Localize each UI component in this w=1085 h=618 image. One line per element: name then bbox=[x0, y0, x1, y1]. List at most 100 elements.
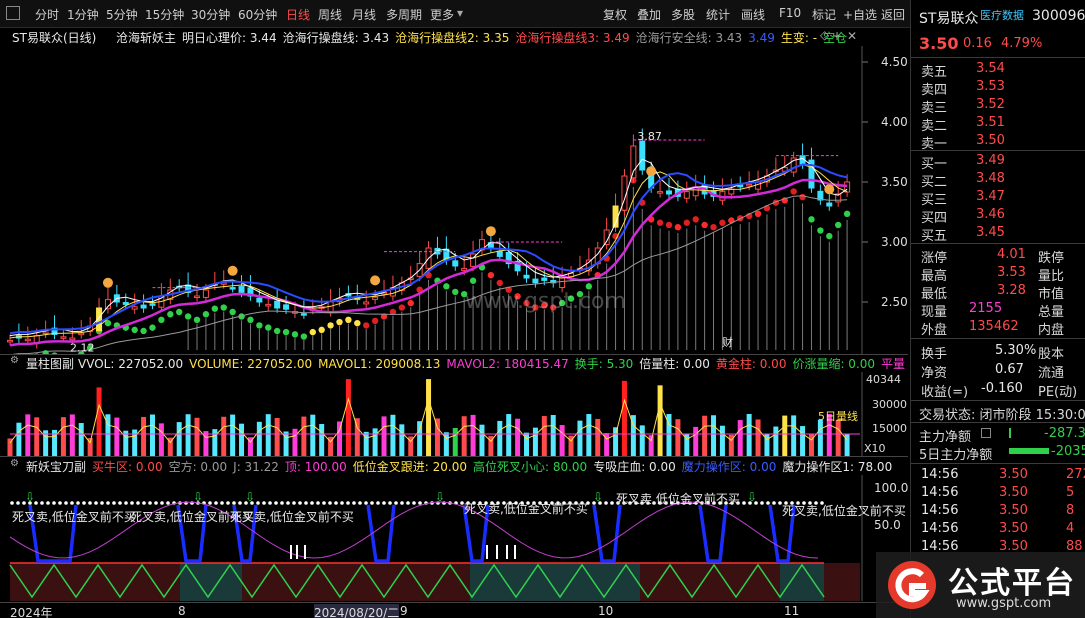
gear-icon[interactable]: ⚙ bbox=[10, 355, 19, 366]
indicator-value: 沧海行操盘线: 3.43 bbox=[282, 31, 390, 45]
period-tab-multi[interactable]: 多周期 bbox=[386, 6, 422, 23]
top-dot bbox=[328, 501, 332, 505]
volume-bar bbox=[381, 416, 387, 456]
tick-volume: 5 bbox=[1066, 485, 1075, 500]
top-dot bbox=[76, 501, 80, 505]
candle-body bbox=[194, 295, 201, 298]
bid-label: 买五 bbox=[921, 229, 948, 244]
signal-dot bbox=[176, 308, 183, 316]
signal-dot bbox=[371, 317, 379, 325]
sector-tag[interactable]: 医疗数据 bbox=[980, 7, 1024, 23]
signal-dot bbox=[443, 283, 450, 290]
candlestick-chart[interactable]: 4.50 4.00 3.50 3.00 2.50 3.87 2.12 财 www.gspt.co… bbox=[0, 46, 908, 354]
tick-volume: 272 bbox=[1066, 467, 1085, 482]
back-button[interactable]: 返回 bbox=[881, 6, 905, 23]
tick-volume: 8 bbox=[1066, 503, 1075, 518]
ask-price: 3.50 bbox=[976, 133, 1005, 148]
gear-icon[interactable]: ⚙ bbox=[10, 458, 19, 469]
five-day-label: 5日量线 bbox=[818, 409, 858, 423]
volume-bar bbox=[16, 422, 22, 456]
diamond-icon[interactable]: ◇ bbox=[820, 28, 829, 42]
top-dot bbox=[418, 501, 422, 505]
period-tab-60min[interactable]: 60分钟 bbox=[238, 6, 277, 23]
volume-chart[interactable]: 40344 30000 15000 X10 5日量线 bbox=[0, 372, 908, 456]
volume-bar bbox=[292, 428, 298, 456]
period-tab-30min[interactable]: 30分钟 bbox=[191, 6, 230, 23]
y-axis-tick: 3.50 bbox=[881, 175, 908, 189]
candle-body bbox=[256, 297, 263, 303]
period-tab-5min[interactable]: 5分钟 bbox=[106, 6, 138, 23]
period-tab-monthly[interactable]: 月线 bbox=[352, 6, 376, 23]
down-arrow-icon: ⇩ bbox=[593, 490, 603, 504]
f10-button[interactable]: F10 bbox=[779, 6, 801, 20]
signal-dot bbox=[220, 304, 227, 311]
overlay-button[interactable]: 叠加 bbox=[637, 6, 661, 23]
volume-bar bbox=[426, 379, 432, 456]
stat-label: PE(动) bbox=[1038, 385, 1078, 400]
top-dot bbox=[370, 501, 374, 505]
top-dot bbox=[334, 501, 338, 505]
top-dot bbox=[304, 501, 308, 505]
candle-body bbox=[265, 303, 272, 307]
candle-body bbox=[69, 337, 76, 341]
period-tab-more[interactable]: 更多 bbox=[430, 6, 454, 23]
indicator-value: 买牛区: 0.00 bbox=[92, 460, 163, 474]
bid-price: 3.49 bbox=[976, 153, 1005, 168]
add-watchlist-button[interactable]: +自选 bbox=[843, 6, 877, 23]
signal-dot bbox=[167, 311, 174, 318]
stats-button[interactable]: 统计 bbox=[706, 6, 730, 23]
volume-bar bbox=[96, 387, 102, 456]
chevron-down-icon[interactable]: ▾ bbox=[457, 6, 463, 20]
high-price-label: 3.87 bbox=[637, 130, 662, 143]
candle-body bbox=[363, 301, 370, 305]
multi-stock-button[interactable]: 多股 bbox=[671, 6, 695, 23]
knife-chart[interactable]: ⇩ ⇩ ⇩ ⇩ ⇩ ⇩死叉卖,低位金叉前不买死叉卖,低位金叉前不买死叉卖,低位金叉前不买死… bbox=[0, 475, 908, 603]
stock-name: ST易联众 bbox=[919, 11, 979, 27]
stat-value: 0.67 bbox=[995, 362, 1024, 377]
bid-price: 3.47 bbox=[976, 189, 1005, 204]
period-tab-weekly[interactable]: 周线 bbox=[318, 6, 342, 23]
volume-bar bbox=[301, 416, 307, 456]
y-axis-tick: 4.00 bbox=[881, 115, 908, 129]
volume-title[interactable]: 量柱图副 bbox=[26, 355, 74, 372]
ask-label: 卖三 bbox=[921, 101, 948, 116]
tick-time: 14:56 bbox=[921, 467, 959, 482]
volume-bar bbox=[773, 426, 779, 456]
mark-button[interactable]: 标记 bbox=[812, 6, 836, 23]
signal-dot bbox=[843, 210, 851, 217]
period-tab-intraday[interactable]: 分时 bbox=[35, 6, 59, 23]
period-tab-15min[interactable]: 15分钟 bbox=[145, 6, 184, 23]
logo-url: www.gspt.com bbox=[956, 596, 1052, 611]
fuquan-button[interactable]: 复权 bbox=[603, 6, 627, 23]
top-dot bbox=[358, 501, 362, 505]
signal-bar bbox=[514, 545, 516, 559]
plus-icon[interactable]: + bbox=[832, 29, 842, 43]
signal-dot bbox=[692, 216, 699, 223]
indicator-name[interactable]: 沧海斩妖主 bbox=[116, 29, 176, 46]
volume-bar bbox=[791, 415, 797, 456]
period-tab-1min[interactable]: 1分钟 bbox=[67, 6, 99, 23]
volume-bar bbox=[176, 422, 182, 456]
bid-label: 买二 bbox=[921, 175, 948, 190]
document-icon[interactable] bbox=[981, 428, 991, 438]
flow5-label: 5日主力净额 bbox=[919, 448, 993, 463]
volume-bar bbox=[639, 425, 645, 456]
top-dot bbox=[136, 501, 140, 505]
signal-dot bbox=[291, 331, 299, 338]
signal-dot bbox=[469, 277, 477, 284]
stat-value: 5.30% bbox=[995, 343, 1037, 358]
draw-button[interactable]: 画线 bbox=[741, 6, 765, 23]
blue-v-shape bbox=[592, 504, 622, 563]
indicator-value: 魔力操作区: 0.00 bbox=[681, 460, 777, 474]
top-dot bbox=[94, 501, 98, 505]
period-tab-daily[interactable]: 日线 bbox=[286, 6, 310, 23]
signal-dot bbox=[247, 316, 254, 324]
close-icon[interactable]: ✕ bbox=[847, 29, 857, 43]
knife-title[interactable]: 新妖宝刀副 bbox=[26, 458, 86, 475]
volume-bar bbox=[78, 423, 84, 456]
indicator-value: 魔力操作区1: 78.00 bbox=[782, 460, 893, 474]
candle-body bbox=[657, 191, 664, 194]
volume-bar bbox=[34, 417, 40, 456]
volume-bar bbox=[782, 415, 788, 456]
menu-icon[interactable] bbox=[6, 6, 20, 20]
